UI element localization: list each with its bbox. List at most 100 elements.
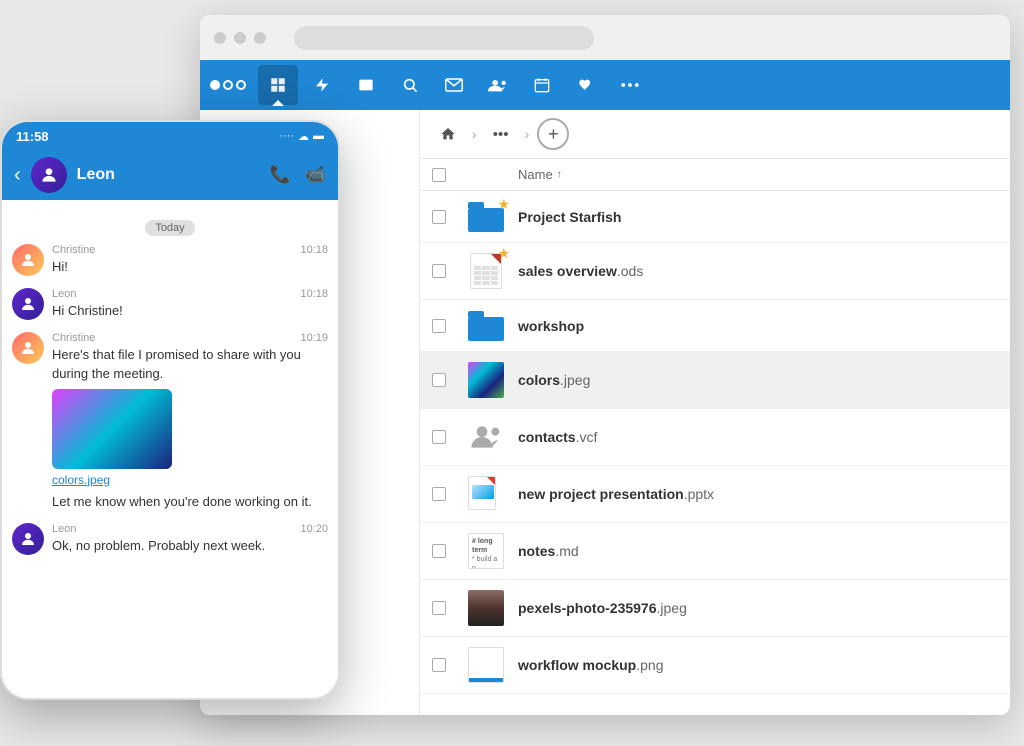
file-icon-area-project-starfish: ★ xyxy=(464,202,508,232)
add-file-button[interactable]: + xyxy=(537,118,569,150)
file-row-workshop[interactable]: workshop xyxy=(420,300,1010,352)
logo-circle-1 xyxy=(210,80,220,90)
more-breadcrumb-label: ••• xyxy=(493,126,509,143)
file-icon-area-contacts xyxy=(464,419,508,455)
file-checkbox-colors[interactable] xyxy=(432,373,456,387)
mobile-phone: 11:58 ···· ☁ ▬ ‹ Leon 📞 📹 Today xyxy=(0,120,340,700)
file-checkbox-new-project-presentation[interactable] xyxy=(432,487,456,501)
nav-files-button[interactable] xyxy=(258,65,298,105)
file-name-contacts: contacts.vcf xyxy=(518,429,998,445)
file-name-colors: colors.jpeg xyxy=(518,372,998,388)
phone-time: 11:58 xyxy=(16,129,49,144)
logo-circle-2 xyxy=(223,80,233,90)
message-1: Christine 10:18 Hi! xyxy=(12,244,328,276)
contact-avatar xyxy=(31,157,67,193)
add-icon: + xyxy=(548,124,559,145)
file-row-new-project-presentation[interactable]: new project presentation.pptx xyxy=(420,466,1010,523)
markdown-icon: # long term * build a n... develop l... xyxy=(468,533,504,569)
sender-name-3: Christine xyxy=(52,332,95,344)
file-row-sales-overview[interactable]: ★ sales overview.ods xyxy=(420,243,1010,300)
name-column-header[interactable]: Name xyxy=(518,167,553,182)
png-icon xyxy=(468,647,504,683)
message-text-3b: Let me know when you're done working on … xyxy=(52,493,328,511)
file-row-project-starfish[interactable]: ★ Project Starfish xyxy=(420,191,1010,243)
file-icon-area-notes: # long term * build a n... develop l... xyxy=(464,533,508,569)
files-toolbar: › ••• › + xyxy=(420,110,1010,159)
message-time-3: 10:19 xyxy=(300,332,328,344)
nav-contacts-button[interactable] xyxy=(478,65,518,105)
nav-search-button[interactable] xyxy=(390,65,430,105)
file-checkbox-notes[interactable] xyxy=(432,544,456,558)
nav-heart-button[interactable] xyxy=(566,65,606,105)
file-checkbox-pexels-photo[interactable] xyxy=(432,601,456,615)
message-meta-1: Christine 10:18 xyxy=(52,244,328,256)
top-navigation xyxy=(200,60,1010,110)
file-checkbox-workflow-mockup[interactable] xyxy=(432,658,456,672)
wifi-icon: ☁ xyxy=(298,130,309,143)
file-name-pexels-photo: pexels-photo-235976.jpeg xyxy=(518,600,998,616)
browser-chrome xyxy=(200,15,1010,60)
select-all-checkbox[interactable] xyxy=(432,168,446,182)
more-breadcrumb-button[interactable]: ••• xyxy=(485,118,517,150)
date-badge: Today xyxy=(145,220,194,236)
file-checkbox-project-starfish[interactable] xyxy=(432,210,456,224)
shared-image[interactable] xyxy=(52,389,172,469)
file-row-workflow-mockup[interactable]: workflow mockup.png xyxy=(420,637,1010,694)
file-name-new-project-presentation: new project presentation.pptx xyxy=(518,486,998,502)
files-header-row: Name ↑ xyxy=(420,159,1010,191)
battery-icon: ▬ xyxy=(313,130,324,142)
file-row-pexels-photo[interactable]: pexels-photo-235976.jpeg xyxy=(420,580,1010,637)
file-row-notes[interactable]: # long term * build a n... develop l... … xyxy=(420,523,1010,580)
files-panel: › ••• › + Name ↑ xyxy=(420,110,1010,715)
message-text-3: Here's that file I promised to share wit… xyxy=(52,346,328,382)
back-button[interactable]: ‹ xyxy=(14,164,21,187)
message-meta-3: Christine 10:19 xyxy=(52,332,328,344)
video-button[interactable]: 📹 xyxy=(305,165,326,185)
contact-name: Leon xyxy=(77,166,260,184)
file-icon-area-colors xyxy=(464,362,508,398)
file-icon-area-workflow-mockup xyxy=(464,647,508,683)
colors-thumbnail xyxy=(468,362,504,398)
address-bar[interactable] xyxy=(294,26,594,50)
file-name-notes: notes.md xyxy=(518,543,998,559)
message-4: Leon 10:20 Ok, no problem. Probably next… xyxy=(12,523,328,555)
image-link[interactable]: colors.jpeg xyxy=(52,473,328,487)
call-button[interactable]: 📞 xyxy=(270,165,291,185)
folder-icon xyxy=(468,311,504,341)
home-button[interactable] xyxy=(432,118,464,150)
message-meta-4: Leon 10:20 xyxy=(52,523,328,535)
contacts-icon xyxy=(468,419,504,455)
chat-header: ‹ Leon 📞 📹 xyxy=(2,150,338,200)
nextcloud-logo xyxy=(210,80,246,90)
nav-calendar-button[interactable] xyxy=(522,65,562,105)
nav-mail-button[interactable] xyxy=(434,65,474,105)
file-name-project-starfish: Project Starfish xyxy=(518,209,998,225)
nav-more-button[interactable] xyxy=(610,65,650,105)
avatar-leon-2 xyxy=(12,523,44,555)
file-icon-area-pexels-photo xyxy=(464,590,508,626)
file-checkbox-contacts[interactable] xyxy=(432,430,456,444)
chat-messages: Today Christine 10:18 Hi! Leon xyxy=(2,200,338,698)
logo-circle-3 xyxy=(236,80,246,90)
pexels-thumbnail xyxy=(468,590,504,626)
message-text-4: Ok, no problem. Probably next week. xyxy=(52,537,328,555)
file-name-sales-overview: sales overview.ods xyxy=(518,263,998,279)
message-content-3: Christine 10:19 Here's that file I promi… xyxy=(52,332,328,511)
breadcrumb-separator-2: › xyxy=(525,126,530,142)
nav-activity-button[interactable] xyxy=(302,65,342,105)
sort-arrow: ↑ xyxy=(557,169,562,180)
date-divider: Today xyxy=(12,218,328,236)
sender-name-1: Christine xyxy=(52,244,95,256)
file-icon-area-sales-overview: ★ xyxy=(464,253,508,289)
file-row-colors[interactable]: colors.jpeg xyxy=(420,352,1010,409)
message-content-1: Christine 10:18 Hi! xyxy=(52,244,328,276)
star-badge: ★ xyxy=(497,196,510,213)
nav-photos-button[interactable] xyxy=(346,65,386,105)
avatar-leon-1 xyxy=(12,288,44,320)
file-row-contacts[interactable]: contacts.vcf xyxy=(420,409,1010,466)
browser-dot-3 xyxy=(254,32,266,44)
file-name-workshop: workshop xyxy=(518,318,998,334)
chat-actions: 📞 📹 xyxy=(270,165,326,185)
file-checkbox-sales-overview[interactable] xyxy=(432,264,456,278)
file-checkbox-workshop[interactable] xyxy=(432,319,456,333)
